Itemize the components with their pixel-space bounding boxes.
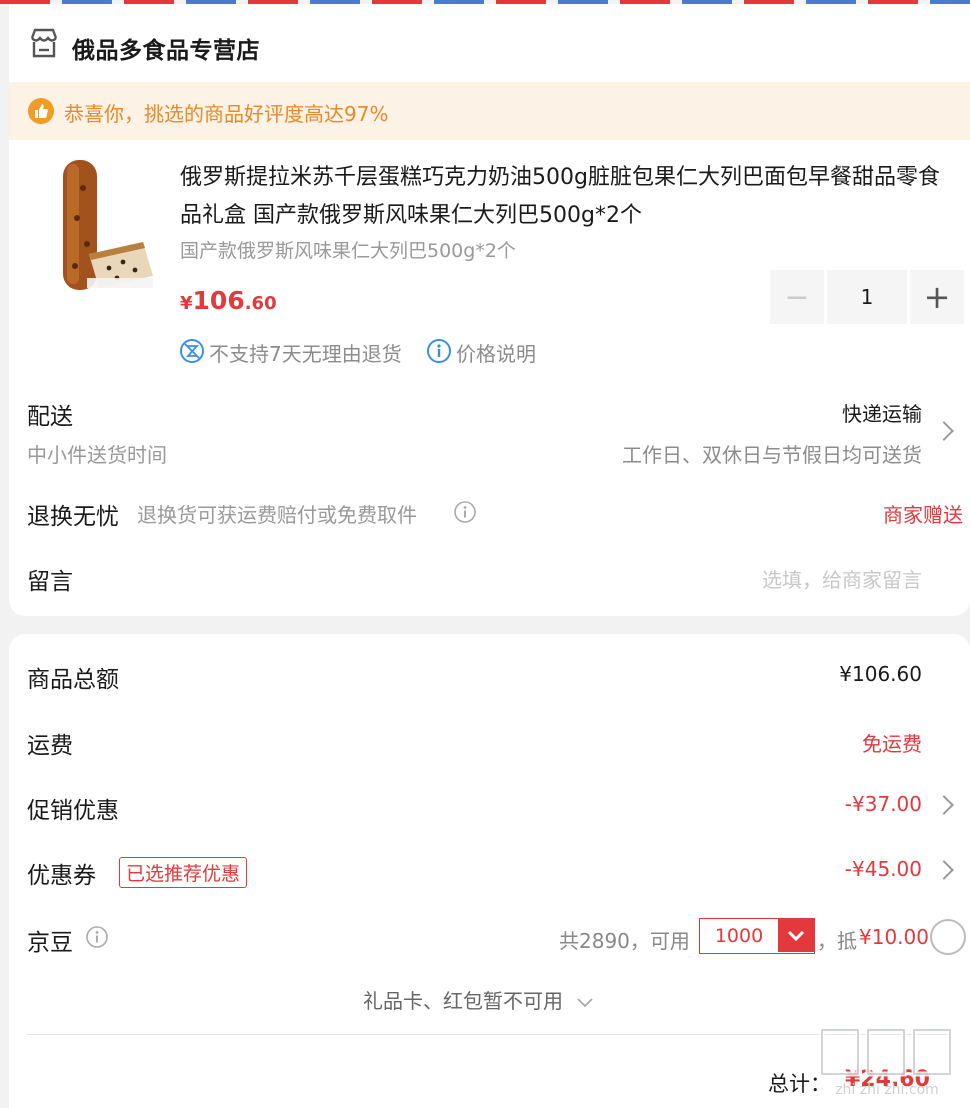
chevron-right-icon[interactable] — [934, 795, 954, 815]
thumbs-up-icon — [28, 98, 54, 124]
watermark-logo: zhi zhi zhi.com — [819, 1027, 953, 1098]
delivery-sub: 中小件送货时间 — [27, 443, 167, 467]
quantity-stepper: − 1 + — [770, 270, 964, 324]
info-icon[interactable] — [453, 500, 477, 524]
jd-beans-select-value[interactable]: 1000 — [700, 919, 778, 952]
chevron-down-icon — [577, 997, 593, 1007]
store-icon — [30, 28, 58, 58]
order-item-card: 俄品多食品专营店 恭喜你，挑选的商品好评度高达97% 俄罗斯提拉米苏千层蛋糕巧克… — [9, 4, 970, 616]
chevron-right-icon[interactable] — [934, 421, 954, 441]
info-icon — [427, 339, 451, 363]
gift-card-notice[interactable]: 礼品卡、红包暂不可用 — [363, 985, 595, 1014]
coupon-value[interactable]: -¥45.00 — [845, 857, 922, 881]
coupon-badge: 已选推荐优惠 — [119, 857, 248, 888]
goods-total-value: ¥106.60 — [839, 662, 922, 686]
shipping-label: 运费 — [27, 733, 73, 759]
jd-beans-radio[interactable] — [930, 919, 966, 955]
promo-value[interactable]: -¥37.00 — [845, 792, 922, 816]
product-image[interactable] — [53, 158, 153, 294]
gift-card-text: 礼品卡、红包暂不可用 — [363, 989, 563, 1013]
chevron-right-icon[interactable] — [934, 860, 954, 880]
price-symbol: ¥ — [180, 293, 193, 314]
jd-beans-deduct-value: ¥10.00 — [859, 925, 929, 949]
promo-label: 促销优惠 — [27, 798, 119, 824]
decrease-quantity-button[interactable]: − — [770, 270, 824, 324]
praise-notice: 恭喜你，挑选的商品好评度高达97% — [9, 82, 970, 140]
returns-label: 退换无忧 — [27, 504, 119, 530]
coupon-label: 优惠券 — [27, 863, 96, 889]
jd-beans-label: 京豆 — [27, 930, 73, 956]
info-icon[interactable] — [85, 925, 109, 949]
quantity-value[interactable]: 1 — [827, 270, 907, 324]
message-label: 留言 — [27, 569, 73, 595]
returns-desc: 退换货可获运费赔付或免费取件 — [137, 503, 417, 527]
notice-text: 恭喜你，挑选的商品好评度高达97% — [64, 102, 389, 126]
delivery-label: 配送 — [27, 404, 73, 430]
svg-text:zhi zhi zhi.com: zhi zhi zhi.com — [835, 1082, 939, 1098]
jd-beans-select[interactable]: 1000 — [699, 918, 815, 954]
no-return-label[interactable]: 不支持7天无理由退货 — [209, 338, 402, 367]
product-price: ¥106.60 — [180, 286, 277, 315]
jd-beans-total: 共2890，可用 — [559, 929, 690, 953]
delivery-method[interactable]: 快递运输 — [842, 398, 922, 427]
returns-value: 商家赠送 — [883, 503, 963, 527]
price-integer: 106 — [192, 286, 245, 315]
store-name[interactable]: 俄品多食品专营店 — [72, 31, 260, 65]
product-spec[interactable]: 国产款俄罗斯风味果仁大列巴500g*2个 — [180, 236, 516, 263]
shipping-value: 免运费 — [862, 732, 922, 756]
product-title[interactable]: 俄罗斯提拉米苏千层蛋糕巧克力奶油500g脏脏包果仁大列巴面包早餐甜品零食品礼盒 … — [180, 159, 960, 235]
no-return-icon — [180, 339, 204, 363]
jd-beans-deduct-prefix: ，抵 — [817, 929, 857, 953]
message-input[interactable]: 选填，给商家留言 — [762, 564, 922, 593]
goods-total-label: 商品总额 — [27, 667, 119, 693]
chevron-down-icon[interactable] — [778, 919, 814, 952]
increase-quantity-button[interactable]: + — [910, 270, 964, 324]
delivery-detail[interactable]: 工作日、双休日与节假日均可送货 — [622, 439, 922, 468]
price-decimal: .60 — [244, 293, 277, 314]
price-explanation-link[interactable]: 价格说明 — [456, 338, 536, 367]
